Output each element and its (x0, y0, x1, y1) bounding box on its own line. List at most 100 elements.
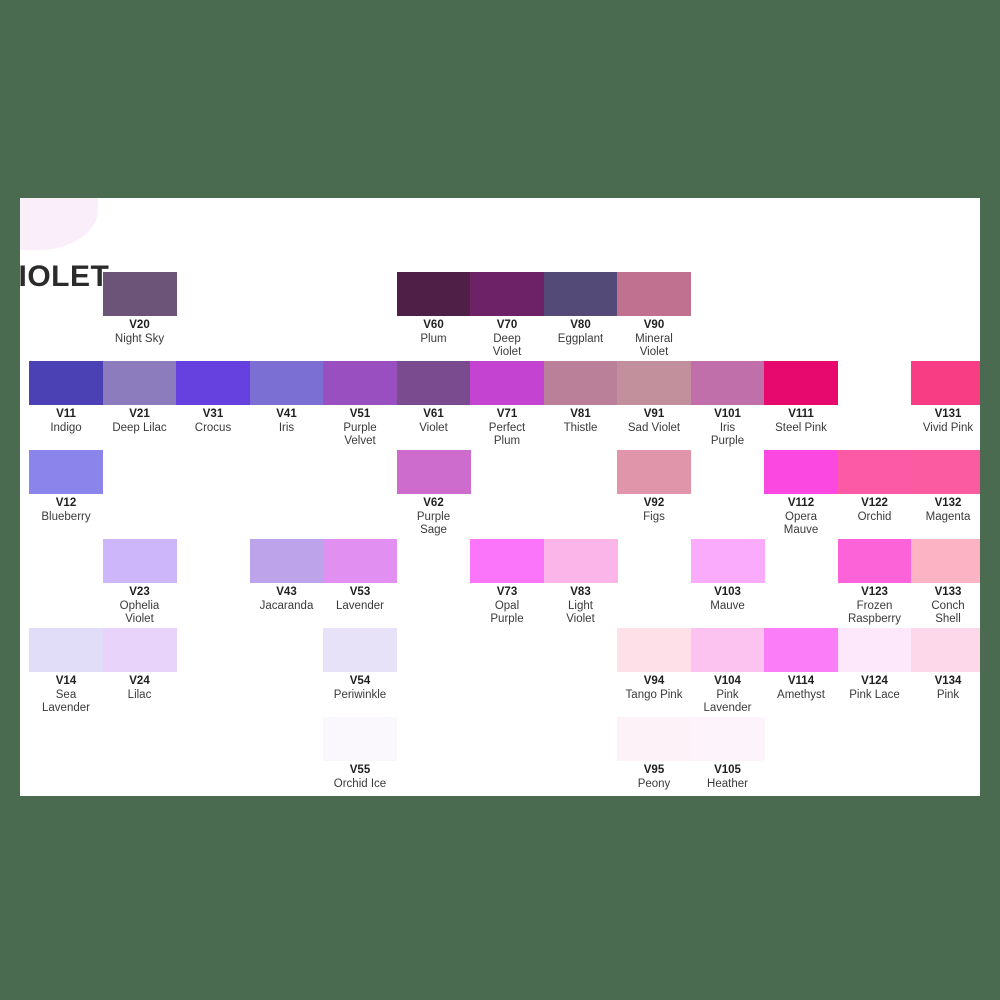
swatch-cell[interactable]: V62 Purple Sage (396, 450, 471, 536)
color-swatch[interactable] (470, 272, 544, 316)
color-swatch[interactable] (617, 361, 691, 405)
color-swatch[interactable] (470, 361, 544, 405)
swatch-cell[interactable]: V81 Thistle (543, 361, 618, 447)
swatch-cell[interactable]: V90 Mineral Violet (617, 272, 691, 358)
swatch-name: Opera Mauve (783, 510, 819, 537)
swatch-name: Pink Lace (849, 688, 900, 701)
color-swatch[interactable] (396, 361, 471, 405)
color-swatch[interactable] (102, 361, 177, 405)
swatch-cell[interactable]: V80 Eggplant (543, 272, 618, 358)
swatch-cell[interactable]: V60 Plum (396, 272, 471, 358)
color-swatch[interactable] (617, 450, 691, 494)
swatch-cell[interactable]: V104 Pink Lavender (690, 628, 765, 714)
swatch-cell[interactable]: V43 Jacaranda (249, 539, 324, 625)
color-swatch[interactable] (29, 628, 103, 672)
color-swatch[interactable] (911, 361, 980, 405)
color-swatch[interactable] (764, 361, 838, 405)
swatch-code: V114 (787, 675, 815, 687)
color-swatch[interactable] (176, 361, 250, 405)
color-swatch[interactable] (29, 361, 103, 405)
swatch-cell[interactable]: V95 Peony (617, 717, 691, 796)
swatch-name: Tango Pink (625, 688, 683, 701)
swatch-cell[interactable]: V71 Perfect Plum (470, 361, 544, 447)
swatch-cell[interactable]: V94 Tango Pink (617, 628, 691, 714)
swatch-cell[interactable]: V54 Periwinkle (323, 628, 397, 714)
swatch-cell[interactable]: V11 Indigo (29, 361, 103, 447)
swatch-code: V62 (423, 497, 444, 509)
color-swatch[interactable] (764, 450, 838, 494)
swatch-cell[interactable]: V14 Sea Lavender (29, 628, 103, 714)
swatch-cell[interactable]: V24 Lilac (102, 628, 177, 714)
swatch-name: Violet (419, 421, 448, 434)
swatch-cell[interactable]: V123 Frozen Raspberry (837, 539, 912, 625)
color-swatch[interactable] (543, 361, 618, 405)
color-swatch[interactable] (837, 539, 912, 583)
swatch-cell[interactable]: V83 Light Violet (543, 539, 618, 625)
color-swatch[interactable] (323, 628, 397, 672)
swatch-code: V103 (714, 586, 741, 598)
swatch-cell[interactable]: V51 Purple Velvet (323, 361, 397, 447)
swatch-cell[interactable]: V131 Vivid Pink (911, 361, 980, 447)
swatch-cell[interactable]: V31 Crocus (176, 361, 250, 447)
swatch-cell[interactable]: V114 Amethyst (764, 628, 838, 714)
swatch-cell[interactable]: V111 Steel Pink (764, 361, 838, 447)
swatch-cell[interactable]: V73 Opal Purple (470, 539, 544, 625)
color-swatch[interactable] (396, 450, 471, 494)
swatch-grid: V11 Indigo V12 Blueberry V14 Sea Lavender V20 Ni… (20, 198, 980, 796)
swatch-cell[interactable]: V41 Iris (249, 361, 324, 447)
color-swatch[interactable] (911, 628, 980, 672)
color-swatch[interactable] (323, 717, 397, 761)
color-swatch[interactable] (29, 450, 103, 494)
color-swatch[interactable] (617, 628, 691, 672)
color-swatch[interactable] (911, 539, 980, 583)
color-swatch[interactable] (470, 539, 544, 583)
color-swatch[interactable] (690, 361, 765, 405)
color-swatch[interactable] (617, 717, 691, 761)
color-swatch[interactable] (837, 628, 912, 672)
swatch-cell[interactable]: V124 Pink Lace (837, 628, 912, 714)
swatch-cell[interactable]: V91 Sad Violet (617, 361, 691, 447)
swatch-cell[interactable]: V21 Deep Lilac (102, 361, 177, 447)
swatch-cell[interactable]: V70 Deep Violet (470, 272, 544, 358)
swatch-cell[interactable]: V133 Conch Shell (911, 539, 980, 625)
color-swatch[interactable] (249, 361, 324, 405)
swatch-cell[interactable]: V103 Mauve (690, 539, 765, 625)
swatch-name: Pink (936, 688, 960, 701)
color-swatch[interactable] (617, 272, 691, 316)
swatch-cell[interactable]: V53 Lavender (323, 539, 397, 625)
color-swatch[interactable] (323, 361, 397, 405)
color-swatch[interactable] (690, 539, 765, 583)
color-swatch[interactable] (690, 717, 765, 761)
swatch-cell[interactable]: V134 Pink (911, 628, 980, 714)
swatch-cell[interactable]: V61 Violet (396, 361, 471, 447)
swatch-name: Purple Velvet (343, 421, 377, 448)
color-swatch[interactable] (543, 539, 618, 583)
color-swatch[interactable] (102, 272, 177, 316)
swatch-cell[interactable]: V23 Ophelia Violet (102, 539, 177, 625)
swatch-code: V92 (643, 497, 665, 509)
swatch-cell[interactable]: V92 Figs (617, 450, 691, 536)
swatch-code: V23 (129, 586, 150, 598)
color-swatch[interactable] (764, 628, 838, 672)
color-swatch[interactable] (911, 450, 980, 494)
color-swatch[interactable] (323, 539, 397, 583)
swatch-code: V105 (714, 764, 741, 776)
swatch-cell[interactable]: V112 Opera Mauve (764, 450, 838, 536)
swatch-cell[interactable]: V55 Orchid Ice (323, 717, 397, 796)
color-swatch[interactable] (396, 272, 471, 316)
swatch-cell[interactable]: V101 Iris Purple (690, 361, 765, 447)
swatch-cell[interactable]: V105 Heather (690, 717, 765, 796)
swatch-cell[interactable]: V122 Orchid (837, 450, 912, 536)
color-swatch[interactable] (102, 539, 177, 583)
swatch-cell[interactable]: V132 Magenta (911, 450, 980, 536)
swatch-cell[interactable]: V20 Night Sky (102, 272, 177, 358)
color-swatch[interactable] (102, 628, 177, 672)
color-swatch[interactable] (249, 539, 324, 583)
swatch-cell[interactable]: V12 Blueberry (29, 450, 103, 536)
color-swatch[interactable] (837, 450, 912, 494)
swatch-code: V73 (496, 586, 518, 598)
color-swatch[interactable] (543, 272, 618, 316)
swatch-code: V94 (643, 675, 665, 687)
color-swatch[interactable] (690, 628, 765, 672)
swatch-code: V91 (643, 408, 665, 420)
